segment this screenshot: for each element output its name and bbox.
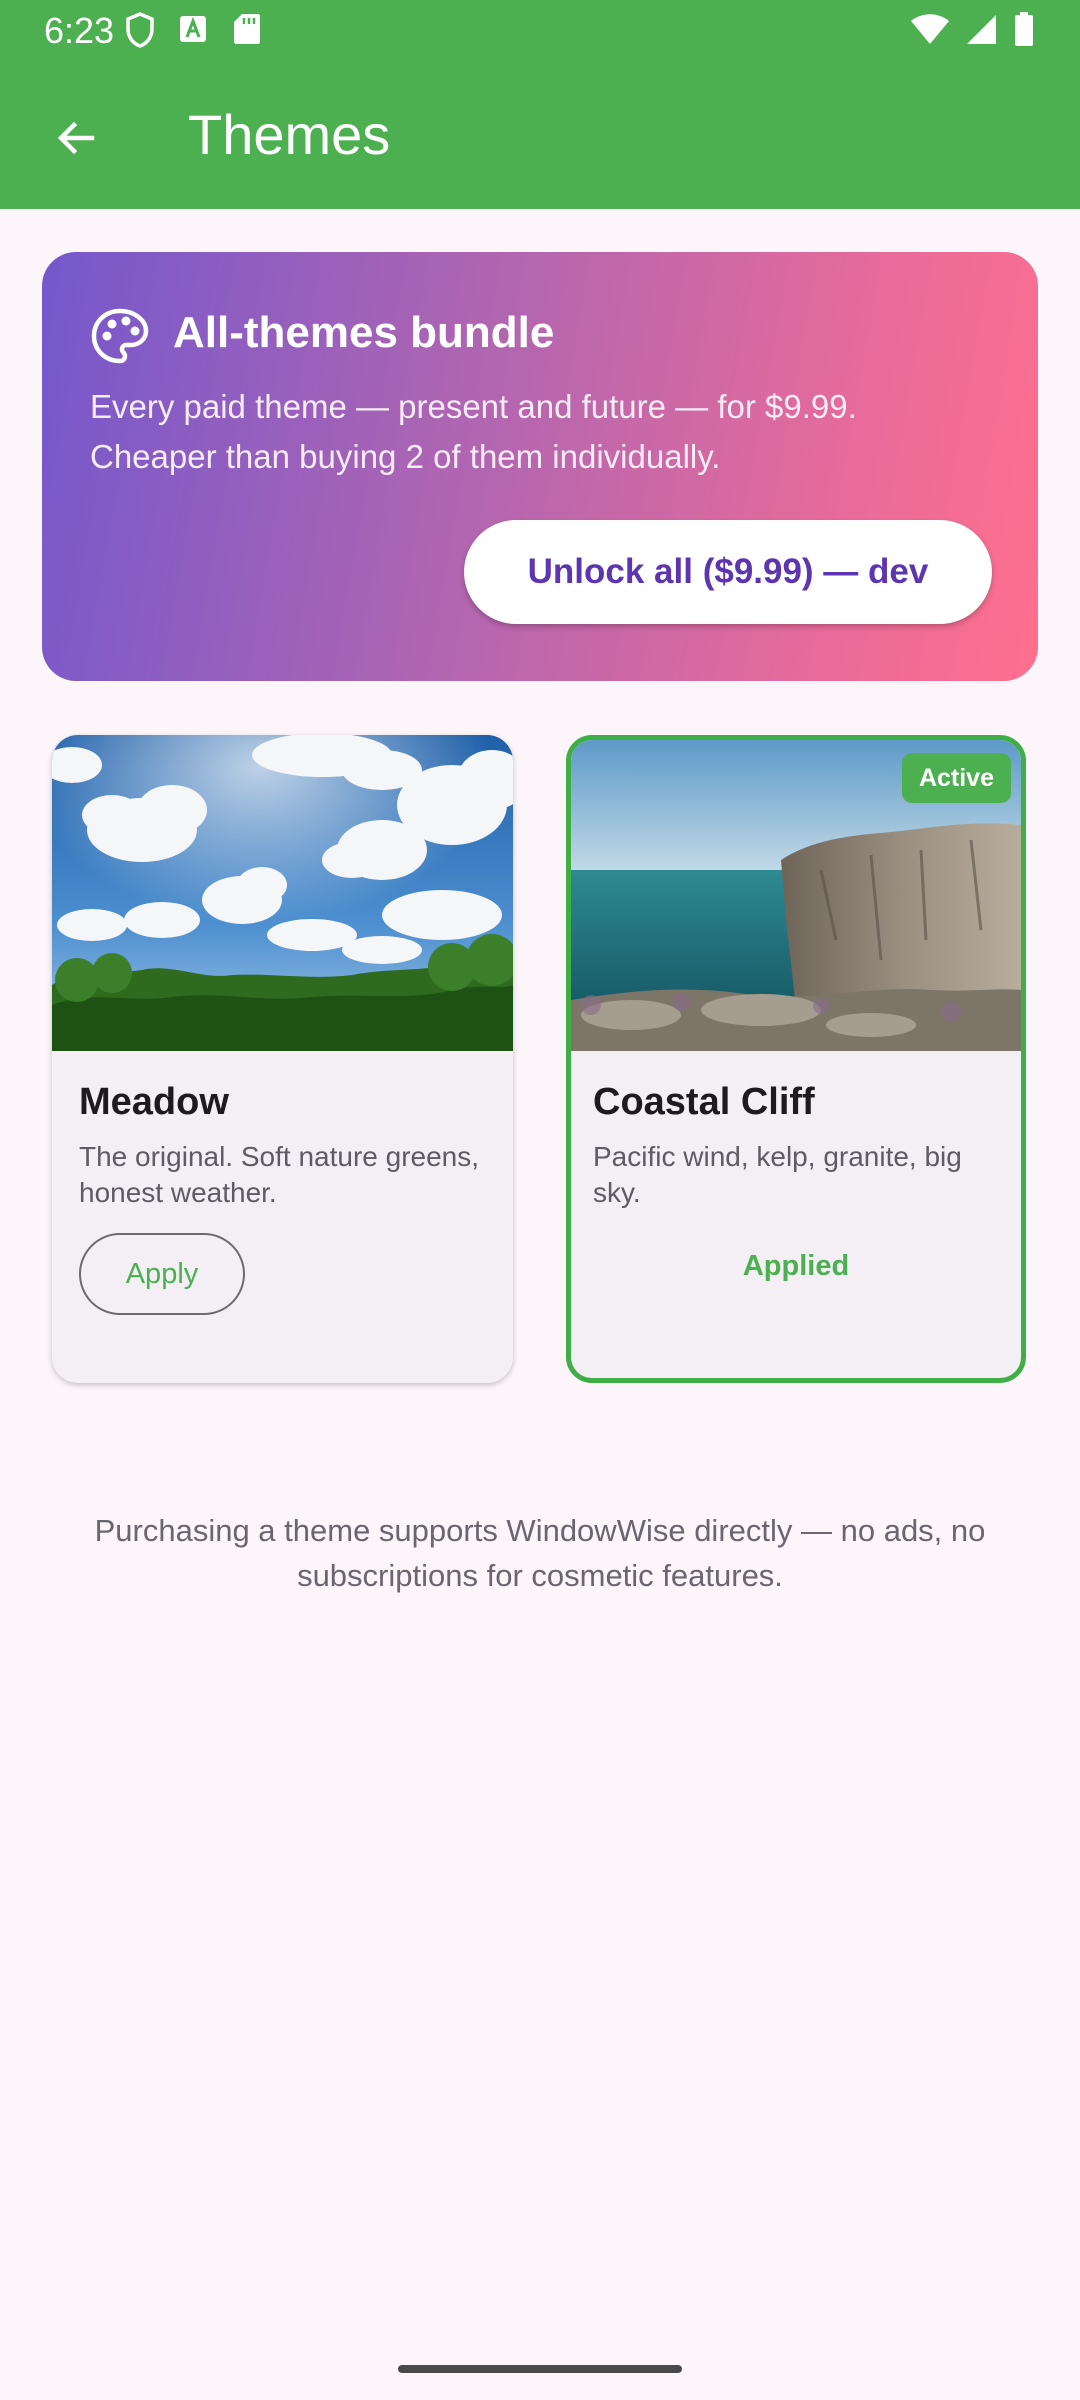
- meadow-sky-photo: [52, 735, 513, 1051]
- cellular-signal-icon: [966, 13, 998, 50]
- status-right-icons: [910, 12, 1034, 51]
- theme-card-meadow[interactable]: Meadow The original. Soft nature greens,…: [52, 735, 513, 1383]
- theme-description: Pacific wind, kelp, granite, big sky.: [593, 1141, 962, 1208]
- status-bar: 6:23: [0, 0, 1080, 62]
- bundle-title: All-themes bundle: [173, 308, 555, 357]
- footer-note: Purchasing a theme supports WindowWise d…: [94, 1513, 986, 1593]
- unlock-all-button[interactable]: Unlock all ($9.99) — dev: [464, 520, 992, 624]
- font-download-icon: [178, 12, 208, 53]
- shield-icon: [126, 12, 154, 53]
- home-indicator[interactable]: [398, 2365, 682, 2373]
- status-time: 6:23: [44, 10, 115, 51]
- theme-description: The original. Soft nature greens, honest…: [79, 1141, 480, 1208]
- active-badge: Active: [901, 753, 1011, 803]
- theme-name: Coastal Cliff: [593, 1081, 815, 1123]
- theme-card-coastal-cliff[interactable]: Active Coastal Cliff Pacific wind, kelp,…: [566, 735, 1026, 1383]
- page-title: Themes: [188, 103, 391, 166]
- bundle-description: Every paid theme — present and future — …: [90, 388, 857, 475]
- top-app-bar: 6:23 Themes: [0, 0, 1080, 209]
- palette-icon: [90, 306, 150, 366]
- status-left-icons: [126, 12, 262, 53]
- apply-button[interactable]: Apply: [79, 1233, 245, 1315]
- bundle-card: All-themes bundle Every paid theme — pre…: [42, 252, 1038, 681]
- arrow-back-icon: [52, 114, 100, 167]
- applied-status-label: Applied: [742, 1250, 850, 1282]
- sd-card-icon: [232, 12, 262, 53]
- battery-icon: [1014, 12, 1034, 51]
- wifi-icon: [910, 13, 950, 50]
- theme-name: Meadow: [79, 1081, 229, 1123]
- back-button[interactable]: [40, 104, 112, 176]
